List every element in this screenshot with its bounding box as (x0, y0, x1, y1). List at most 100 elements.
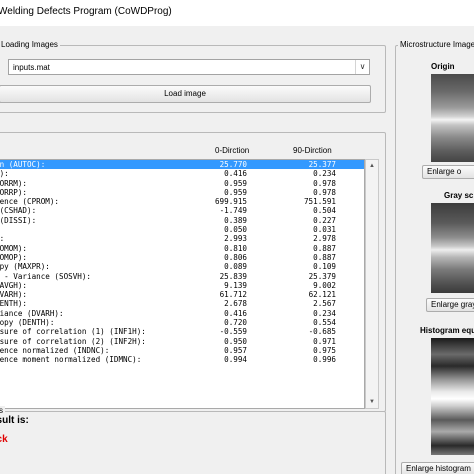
feature-value-90: 25.377 (308, 160, 336, 169)
feature-name: R): (0, 169, 9, 179)
feature-value-0: 0.959 (224, 178, 247, 188)
feature-name: SAVGH): (0, 280, 28, 290)
feature-row[interactable]: rence moment normalized (IDMNC): 0.994 0.9… (0, 355, 364, 364)
feature-name: SVARH): (0, 290, 28, 300)
feature-value-0: 0.389 (224, 215, 247, 225)
result-label: esult is: (0, 415, 29, 426)
feature-row[interactable]: HOMOP): 0.806 0.887 (0, 253, 364, 262)
chevron-down-icon[interactable]: ∨ (355, 60, 369, 74)
load-image-button[interactable]: Load image (0, 85, 371, 103)
feature-name: CORRM): (0, 178, 28, 188)
original-image (431, 74, 474, 162)
feature-value-90: 0.978 (313, 187, 336, 197)
feature-row[interactable]: s - Variance (SOSVH): 25.839 25.379 (0, 272, 364, 281)
enlarge-gray-button[interactable]: Enlarge gray (426, 298, 474, 312)
feature-row[interactable]: asure of correlation (2) (INF2H): 0.950 0.… (0, 337, 364, 346)
window-title: Welding Defects Program (CoWDProg) (0, 6, 172, 17)
column-header-0-direction: 0-Dirction (215, 146, 250, 155)
feature-value-90: 2.567 (313, 299, 336, 309)
feature-value-90: 0.887 (313, 243, 336, 253)
feature-value-0: 0.994 (224, 355, 247, 365)
feature-row[interactable]: on (AUTOC): 25.770 25.377 (0, 160, 364, 170)
feature-row[interactable]: (CSHAD): -1.749 0.504 (0, 206, 364, 215)
original-image-title: Origin (431, 62, 455, 71)
enlarge-original-button[interactable]: Enlarge o (422, 165, 474, 179)
feature-value-90: 0.996 (313, 355, 336, 365)
feature-value-90: 0.554 (313, 318, 336, 328)
histogram-equalized-title: Histogram equ (420, 326, 474, 335)
feature-value-90: 0.504 (313, 206, 336, 216)
feature-name: HOMOM): (0, 243, 28, 253)
feature-row[interactable]: SENTH): 2.678 2.567 (0, 299, 364, 308)
feature-row[interactable]: rence normalized (INDNC): 0.957 0.975 (0, 346, 364, 355)
feature-row[interactable]: nence (CPROM): 699.915 751.591 (0, 197, 364, 206)
feature-name: asure of correlation (2) (INF2H): (0, 336, 146, 346)
feature-row[interactable]: ropy (DENTH): 0.720 0.554 (0, 318, 364, 327)
scroll-down-arrow-icon[interactable]: ▼ (366, 396, 378, 408)
feature-value-90: -0.685 (308, 327, 336, 337)
microstructure-images-panel: Microstructure Images Origin Enlarge o G… (395, 40, 474, 474)
feature-value-90: 0.031 (313, 225, 336, 235)
features-scrollbar[interactable]: ▲ ▼ (365, 159, 379, 409)
feature-value-0: 0.720 (224, 318, 247, 328)
feature-value-90: 751.591 (303, 197, 336, 207)
feature-value-0: 0.089 (224, 262, 247, 272)
column-header-90-direction: 90-Dirction (293, 146, 332, 155)
result-panel: s esult is: ack (0, 406, 386, 474)
feature-value-0: 2.678 (224, 299, 247, 309)
scroll-up-arrow-icon[interactable]: ▲ (366, 160, 378, 172)
feature-value-90: 9.002 (313, 280, 336, 290)
feature-name: opy (MAXPR): (0, 262, 50, 272)
feature-name: nence (CPROM): (0, 197, 60, 207)
feature-value-90: 0.227 (313, 215, 336, 225)
feature-value-0: 25.770 (219, 160, 247, 169)
feature-value-0: 61.712 (219, 290, 247, 300)
enlarge-histogram-button[interactable]: Enlarge histogram (401, 462, 474, 474)
feature-value-0: 9.139 (224, 280, 247, 290)
feature-value-0: 2.993 (224, 234, 247, 244)
feature-row[interactable]: CORRM): 0.959 0.978 (0, 179, 364, 188)
result-panel-label: s (0, 406, 5, 415)
feature-row[interactable]: CORRP): 0.959 0.978 (0, 188, 364, 197)
feature-value-90: 0.971 (313, 336, 336, 346)
feature-name: (CSHAD): (0, 206, 37, 216)
feature-value-0: 0.050 (224, 225, 247, 235)
feature-value-0: -0.559 (219, 327, 247, 337)
feature-value-90: 0.975 (313, 345, 336, 355)
feature-name: ropy (DENTH): (0, 318, 55, 328)
loading-images-panel: Loading Images inputs.mat ∨ Load image (0, 40, 386, 113)
feature-value-90: 0.234 (313, 169, 336, 179)
feature-name: rence normalized (INDNC): (0, 345, 110, 355)
feature-value-0: 25.839 (219, 271, 247, 281)
feature-name: (DISSI): (0, 215, 37, 225)
features-listbox[interactable]: on (AUTOC): 25.770 25.377 R): 0.416 0.234 CORR… (0, 159, 365, 409)
feature-value-0: 0.959 (224, 187, 247, 197)
feature-value-0: 0.950 (224, 336, 247, 346)
feature-row[interactable]: (DISSI): 0.389 0.227 (0, 216, 364, 225)
feature-value-90: 0.887 (313, 252, 336, 262)
feature-name: on (AUTOC): (0, 160, 46, 169)
feature-name: rence moment normalized (IDMNC): (0, 355, 142, 365)
feature-name: HOMOP): (0, 252, 28, 262)
selected-file-value: inputs.mat (13, 63, 50, 72)
feature-row[interactable]: SAVGH): 9.139 9.002 (0, 281, 364, 290)
feature-row[interactable]: riance (DVARH): 0.416 0.234 (0, 309, 364, 318)
feature-row[interactable]: :0.0500.031 (0, 225, 364, 234)
feature-value-90: 0.109 (313, 262, 336, 272)
feature-row[interactable]: SVARH): 61.712 62.121 (0, 290, 364, 299)
feature-value-0: 0.416 (224, 169, 247, 179)
feature-name: riance (DVARH): (0, 308, 64, 318)
gray-scale-image (431, 203, 474, 293)
feature-row[interactable]: ): 2.993 2.978 (0, 234, 364, 243)
histogram-equalized-image (431, 338, 474, 455)
result-value: ack (0, 434, 8, 445)
feature-value-0: 0.957 (224, 345, 247, 355)
feature-row[interactable]: opy (MAXPR): 0.089 0.109 (0, 262, 364, 271)
microstructure-images-label: Microstructure Images (398, 40, 474, 49)
feature-value-0: 699.915 (214, 197, 247, 207)
feature-row[interactable]: asure of correlation (1) (INF1H): -0.559 -… (0, 327, 364, 336)
gray-scale-title: Gray sc (444, 191, 474, 200)
image-file-dropdown[interactable]: inputs.mat ∨ (8, 59, 370, 75)
feature-row[interactable]: R): 0.416 0.234 (0, 169, 364, 178)
feature-row[interactable]: HOMOM): 0.810 0.887 (0, 244, 364, 253)
